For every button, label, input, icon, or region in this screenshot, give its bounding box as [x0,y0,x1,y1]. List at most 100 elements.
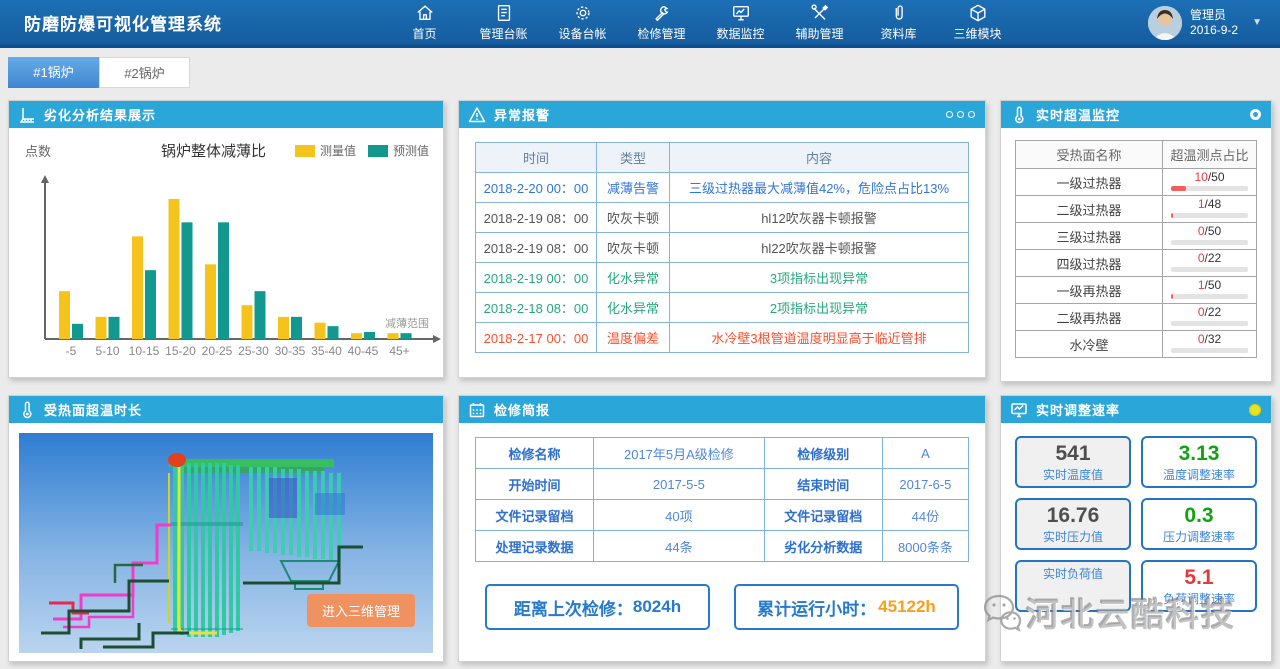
alarm-cell: 2018-2-20 00：00 [476,173,597,203]
enter-3d-management-button[interactable]: 进入三维管理 [307,594,415,627]
top-navbar: 防磨防爆可视化管理系统 首页管理台账设备台帐检修管理数据监控辅助管理资料库三维模… [0,0,1280,48]
alarm-row[interactable]: 2018-2-19 08：00吹灰卡顿hl12吹灰器卡顿报警 [476,203,969,233]
alarm-row[interactable]: 2018-2-19 08：00吹灰卡顿hl22吹灰器卡顿报警 [476,233,969,263]
alarm-cell: 2项指标出现异常 [670,293,969,323]
panel-overtemp-monitor: 实时超温监控 受热面名称超温测点占比 一级过热器10/50二级过热器1/48三级… [1000,100,1272,382]
ratio-bar [1171,294,1248,299]
ratio-value: 0/22 [1171,306,1248,319]
rates-grid: 541实时温度值3.13温度调整速率16.76实时压力值0.3压力调整速率实时负… [1001,423,1271,625]
overtemp-row[interactable]: 一级再热器1/50 [1016,277,1257,304]
avatar [1148,6,1182,40]
panel-options-dots[interactable] [942,111,975,118]
overtemp-row[interactable]: 二级再热器 0/22 [1016,304,1257,331]
chart-legend: 测量值预测值 [283,142,429,159]
panel-maintenance-brief: 检修简报 检修名称2017年5月A级检修检修级别A开始时间2017-5-5结束时… [458,395,986,662]
nav-item-设备台帐[interactable]: 设备台帐 [543,0,622,45]
svg-text:10-15: 10-15 [129,344,160,358]
button-prefix: 距离上次检修： [514,595,633,620]
nav-item-label: 辅助管理 [795,25,843,42]
maintenance-value: 44份 [882,500,968,531]
alarm-row[interactable]: 2018-2-19 00：00化水异常3项指标出现异常 [476,263,969,293]
nav-item-数据监控[interactable]: 数据监控 [701,0,780,45]
nav-item-辅助管理[interactable]: 辅助管理 [780,0,859,45]
overtemp-ratio: 1/50 [1163,277,1257,304]
ratio-value: 1/50 [1171,279,1248,292]
overtemp-row[interactable]: 水冷壁0/32 [1016,331,1257,358]
panel-indicator-ring[interactable] [1250,109,1261,120]
legend-swatch [368,145,388,157]
svg-text:45+: 45+ [389,344,409,358]
alarm-cell: 2018-2-17 00：00 [476,323,597,353]
maintenance-value: 40项 [594,500,765,531]
panel-3d-header: 受热面超温时长 [9,396,443,423]
panel-alarms-header: 异常报警 [459,101,985,128]
alarm-cell: 温度偏差 [597,323,670,353]
user-name: 管理员 [1190,8,1238,23]
alarm-cell: 水冷壁3根管道温度明显高于临近管排 [670,323,969,353]
panel-title: 异常报警 [494,105,550,124]
tools-icon [810,3,830,23]
ratio-bar [1171,321,1248,326]
overtemp-row[interactable]: 三级过热器0/50 [1016,223,1257,250]
user-box[interactable]: 管理员 2016-9-2 ▼ [1148,0,1262,45]
surface-name: 三级过热器 [1016,223,1163,250]
panel-abnormal-alarms: 异常报警 时间类型内容 2018-2-20 00：00减薄告警三级过热器最大减薄… [458,100,986,378]
maintenance-label: 检修级别 [764,438,882,469]
boiler-3d-scene[interactable]: 进入三维管理 [19,433,433,653]
overtemp-row[interactable]: 二级过热器1/48 [1016,196,1257,223]
since-last-overhaul-button[interactable]: 距离上次检修：8024h [485,584,710,630]
rate-value: 5.1 [1143,565,1255,590]
tab-boiler-2[interactable]: #2锅炉 [99,57,190,88]
user-meta: 管理员 2016-9-2 [1190,8,1238,38]
chevron-down-icon[interactable]: ▼ [1252,17,1262,28]
nav-item-检修管理[interactable]: 检修管理 [622,0,701,45]
alarm-row[interactable]: 2018-2-17 00：00温度偏差水冷壁3根管道温度明显高于临近管排 [476,323,969,353]
surface-name: 二级再热器 [1016,304,1163,331]
overtemp-ratio: 0/22 [1163,250,1257,277]
maintenance-value: 8000条条 [882,531,968,562]
maintenance-row: 文件记录留档40项文件记录留档44份 [476,500,969,531]
rate-card-实时负荷值[interactable]: 实时负荷值 [1015,560,1131,612]
chart-y-label: 点数 [25,141,51,160]
calendar-icon [468,401,486,419]
ratio-bar [1171,213,1248,218]
ratio-bar-fill [1171,186,1186,191]
rate-card-实时压力值[interactable]: 16.76实时压力值 [1015,498,1131,550]
nav-item-label: 数据监控 [716,25,764,42]
nav-item-管理台账[interactable]: 管理台账 [464,0,543,45]
svg-text:5-10: 5-10 [95,344,119,358]
ratio-value: 10/50 [1171,171,1248,184]
chart-title: 锅炉整体减薄比 [161,140,266,161]
rate-card-压力调整速率[interactable]: 0.3压力调整速率 [1141,498,1257,550]
rate-card-实时温度值[interactable]: 541实时温度值 [1015,436,1131,488]
panel-degradation-analysis: 劣化分析结果展示 点数 锅炉整体减薄比 测量值预测值 -55-1010-1515… [8,100,444,378]
nav-item-label: 三维模块 [953,25,1001,42]
panel-title: 实时超温监控 [1036,105,1120,124]
rate-card-温度调整速率[interactable]: 3.13温度调整速率 [1141,436,1257,488]
overtemp-row[interactable]: 一级过热器10/50 [1016,169,1257,196]
main-nav: 首页管理台账设备台帐检修管理数据监控 辅助管理资料库三维模块 [385,0,1017,45]
button-prefix: 累计运行小时： [757,595,876,620]
rate-label: 压力调整速率 [1143,528,1255,545]
nav-item-首页[interactable]: 首页 [385,0,464,45]
alarm-row[interactable]: 2018-2-20 00：00减薄告警三级过热器最大减薄值42%，危险点占比13… [476,173,969,203]
overtemp-row[interactable]: 四级过热器0/22 [1016,250,1257,277]
nav-item-三维模块[interactable]: 三维模块 [938,0,1017,45]
ratio-bar [1171,186,1248,191]
gear-icon [573,3,593,23]
alarm-cell: 2018-2-18 08：00 [476,293,597,323]
tab-boiler-1[interactable]: #1锅炉 [8,57,99,88]
alarm-row[interactable]: 2018-2-18 08：00化水异常2项指标出现异常 [476,293,969,323]
rate-card-负荷调整速率[interactable]: 5.1负荷调整速率 [1141,560,1257,612]
alarm-col-header: 类型 [597,143,670,173]
dashboard: 防磨防爆可视化管理系统 首页管理台账设备台帐检修管理数据监控辅助管理资料库三维模… [0,0,1280,669]
svg-text:35-40: 35-40 [311,344,342,358]
nav-item-资料库[interactable]: 资料库 [859,0,938,45]
total-run-hours-button[interactable]: 累计运行小时：45122h [734,584,959,630]
panel-degradation-header: 劣化分析结果展示 [9,101,443,128]
user-date: 2016-9-2 [1190,23,1238,38]
overtemp-col-header: 受热面名称 [1016,141,1163,169]
panel-indicator-dot[interactable] [1249,404,1261,416]
svg-text:-5: -5 [66,344,77,358]
wrench-icon [652,3,672,23]
